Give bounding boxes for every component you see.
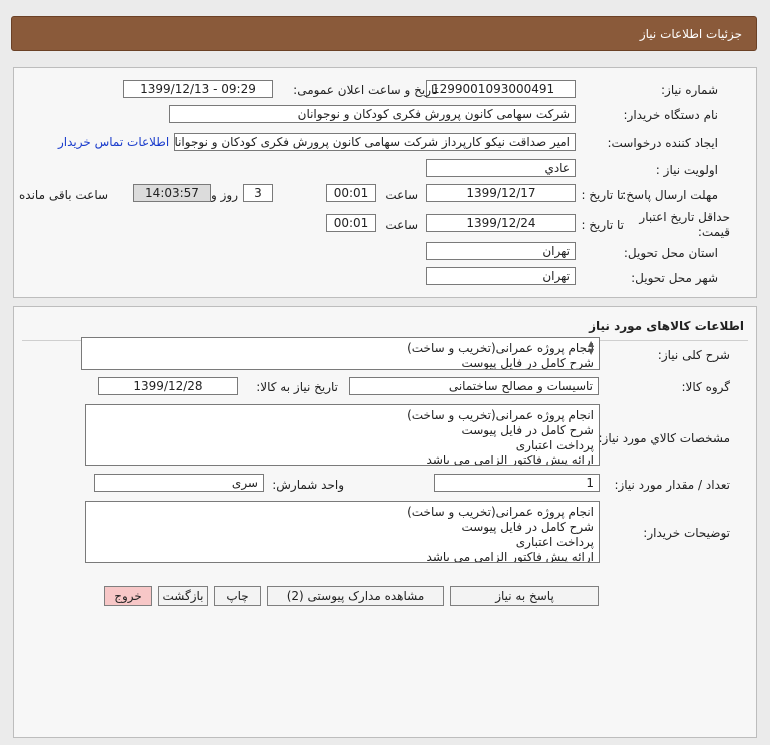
buyer-contact-link[interactable]: اطلاعات تماس خریدار — [58, 135, 169, 149]
priority-field: عادي — [426, 159, 576, 177]
requester-label: ایجاد کننده درخواست: — [607, 136, 718, 150]
quantity-field: 1 — [434, 474, 600, 492]
city-field: تهران — [426, 267, 576, 285]
back-button[interactable]: بازگشت — [158, 586, 208, 606]
specs-label: مشخصات کالاي مورد نياز: — [598, 431, 730, 445]
page-title: جزئیات اطلاعات نیاز — [639, 27, 742, 41]
goods-group-field: تاسیسات و مصالح ساختمانی — [349, 377, 599, 395]
quantity-label: تعداد / مقدار مورد نیاز: — [614, 478, 730, 492]
days-remaining-field: 3 — [243, 184, 273, 202]
days-label: روز و — [211, 188, 238, 202]
reply-button[interactable]: پاسخ به نیاز — [450, 586, 599, 606]
need-date-field: 1399/12/28 — [98, 377, 238, 395]
need-number-label: شماره نیاز: — [661, 83, 718, 97]
deadline-time-field: 00:01 — [326, 184, 376, 202]
print-button[interactable]: چاپ — [214, 586, 261, 606]
need-number-field: 1299001093000491 — [426, 80, 576, 98]
general-desc-field[interactable]: انجام پروژه عمرانی(تخریب و ساخت) شرح کام… — [81, 337, 600, 370]
buyer-org-field: شرکت سهامی کانون پرورش فکری کودکان و نوج… — [169, 105, 576, 123]
requester-field: امیر صداقت نیکو کارپرداز شرکت سهامی کانو… — [174, 133, 576, 151]
province-label: استان محل تحویل: — [623, 246, 718, 260]
page-header: جزئیات اطلاعات نیاز — [11, 16, 757, 51]
unit-label: واحد شمارش: — [272, 478, 344, 492]
goods-section-title: اطلاعات کالاهای مورد نیاز — [589, 319, 744, 333]
city-label: شهر محل تحویل: — [631, 271, 718, 285]
remaining-time-field: 14:03:57 — [133, 184, 211, 202]
buyer-org-label: نام دستگاه خریدار: — [623, 108, 719, 122]
announce-label: تاریخ و ساعت اعلان عمومی: — [293, 83, 438, 97]
deadline-date-field: 1399/12/17 — [426, 184, 576, 202]
validity-time-label: ساعت — [385, 218, 418, 232]
view-attachments-button[interactable]: مشاهده مدارک پیوستی (2) — [267, 586, 444, 606]
deadline-to-date-label: تا تاریخ : — [581, 188, 624, 202]
goods-panel: اطلاعات کالاهای مورد نیاز شرح کلی نیاز: … — [13, 306, 757, 738]
goods-group-label: گروه کالا: — [681, 380, 731, 394]
general-desc-label: شرح کلی نیاز: — [657, 348, 730, 362]
specs-field[interactable]: انجام پروژه عمرانی(تخریب و ساخت) شرح کام… — [85, 404, 600, 466]
remaining-label: ساعت باقی مانده — [19, 188, 109, 202]
unit-field: سری — [94, 474, 264, 492]
announce-datetime-field: 1399/12/13 - 09:29 — [123, 80, 273, 98]
need-details-panel: شماره نیاز: 1299001093000491 تاریخ و ساع… — [13, 67, 757, 298]
buyer-notes-label: توضیحات خریدار: — [643, 526, 730, 540]
validity-time-field: 00:01 — [326, 214, 376, 232]
deadline-label: مهلت ارسال پاسخ: — [622, 188, 718, 202]
validity-to-date-label: تا تاریخ : — [581, 218, 624, 232]
province-field: تهران — [426, 242, 576, 260]
resize-handle-icon[interactable]: ▲ ▼ — [588, 340, 594, 356]
buyer-notes-field[interactable]: انجام پروژه عمرانی(تخریب و ساخت) شرح کام… — [85, 501, 600, 563]
priority-label: اولویت نیاز : — [655, 163, 718, 177]
exit-button[interactable]: خروج — [104, 586, 152, 606]
deadline-time-label: ساعت — [385, 188, 418, 202]
validity-label: حداقل تاریخ اعتبار قیمت: — [639, 210, 730, 239]
need-date-label: تاریخ نیاز به کالا: — [256, 380, 338, 394]
validity-date-field: 1399/12/24 — [426, 214, 576, 232]
